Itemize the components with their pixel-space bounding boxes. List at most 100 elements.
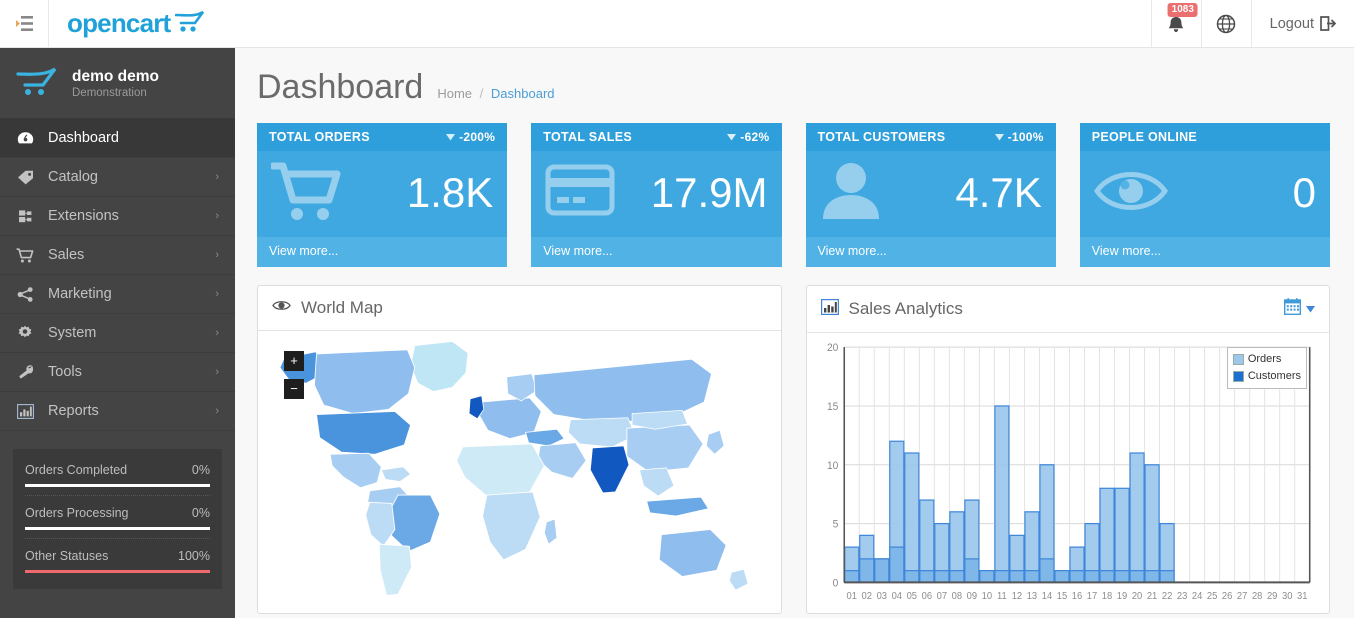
dashboard-icon: [16, 131, 34, 145]
map-region-indonesia[interactable]: [646, 496, 709, 517]
page-title: Dashboard: [257, 68, 424, 106]
chart-bar[interactable]: [1023, 570, 1040, 584]
chart-bar[interactable]: [1143, 464, 1160, 584]
chart-bar[interactable]: [888, 546, 904, 584]
chart-bar[interactable]: [918, 570, 934, 584]
sidebar-item-system[interactable]: System ›: [0, 314, 235, 353]
map-region-brazil[interactable]: [388, 494, 441, 552]
map-region-southeast-asia[interactable]: [638, 467, 675, 497]
chart-bar[interactable]: [948, 570, 964, 584]
stat-tile-total-customers: TOTAL CUSTOMERS -100% 4.7K View more...: [805, 123, 1056, 267]
tile-view-more-link[interactable]: View more...: [531, 237, 782, 267]
world-map-canvas[interactable]: + −: [258, 331, 781, 611]
sidebar: demo demo Demonstration Dashboard Catalog…: [0, 48, 235, 618]
world-map-svg[interactable]: [258, 331, 781, 611]
chart-y-tick-label: 20: [826, 342, 838, 354]
chart-x-tick-label: 10: [981, 591, 991, 602]
chart-y-tick-label: 0: [832, 577, 838, 589]
map-region-india[interactable]: [589, 445, 630, 494]
breadcrumb-dashboard[interactable]: Dashboard: [491, 86, 555, 101]
profile-block[interactable]: demo demo Demonstration: [0, 48, 235, 119]
sidebar-item-sales[interactable]: Sales ›: [0, 236, 235, 275]
chart-bar[interactable]: [873, 558, 889, 584]
chart-bar[interactable]: [963, 558, 979, 584]
breadcrumb-home[interactable]: Home: [437, 86, 472, 101]
chart-bar[interactable]: [1098, 487, 1115, 584]
map-zoom-in-button[interactable]: +: [284, 351, 304, 371]
sales-analytics-body: 0 5 10 15 20 01 02 03 04 05 06 07 08 09 10 11 12 13 14 15 16…: [807, 333, 1330, 613]
tile-value: 0: [1292, 169, 1316, 216]
tile-view-more-link[interactable]: View more...: [257, 237, 508, 267]
tile-body: 4.7K: [806, 151, 1056, 237]
chart-bar[interactable]: [1068, 570, 1085, 584]
chart-bar[interactable]: [1098, 570, 1115, 584]
sidebar-item-catalog[interactable]: Catalog ›: [0, 158, 235, 197]
stat-tile-total-sales: TOTAL SALES -62% 17.9M View more...: [531, 123, 782, 267]
sidebar-item-marketing[interactable]: Marketing ›: [0, 275, 235, 314]
map-region-canada[interactable]: [314, 349, 416, 414]
chart-x-tick-label: 09: [966, 591, 976, 602]
chart-bar[interactable]: [903, 452, 919, 584]
map-region-peru[interactable]: [365, 501, 396, 547]
map-region-china[interactable]: [626, 424, 704, 473]
map-zoom-out-button[interactable]: −: [284, 379, 304, 399]
sidebar-item-dashboard[interactable]: Dashboard: [0, 119, 235, 158]
map-region-greenland[interactable]: [410, 340, 469, 393]
chart-bar[interactable]: [1128, 452, 1145, 584]
tile-header: TOTAL ORDERS -200%: [257, 123, 508, 151]
chart-bar[interactable]: [993, 405, 1010, 584]
map-region-madagascar[interactable]: [543, 518, 558, 545]
map-region-argentina[interactable]: [378, 543, 413, 596]
chart-x-tick-label: 07: [936, 591, 946, 602]
map-region-russia[interactable]: [533, 358, 713, 424]
world-map-panel: World Map + −: [257, 285, 782, 614]
chart-bar[interactable]: [843, 570, 859, 584]
chart-bar[interactable]: [1008, 570, 1025, 584]
map-region-central-asia[interactable]: [567, 417, 636, 448]
sidebar-item-extensions[interactable]: Extensions ›: [0, 197, 235, 236]
map-region-scandinavia[interactable]: [506, 373, 538, 402]
map-region-middle-east[interactable]: [537, 442, 587, 479]
chart-bar[interactable]: [1113, 570, 1130, 584]
chart-bar[interactable]: [933, 570, 949, 584]
calendar-dropdown-button[interactable]: [1283, 298, 1315, 320]
chart-bar[interactable]: [858, 558, 874, 584]
map-region-australia[interactable]: [658, 529, 727, 577]
tile-value: 1.8K: [406, 169, 494, 216]
tile-body: 1.8K: [257, 151, 507, 237]
page-header: Dashboard Home / Dashboard: [235, 48, 1354, 107]
order-status-row: Other Statuses 100%: [25, 539, 210, 573]
map-region-usa[interactable]: [316, 411, 412, 455]
chart-bar[interactable]: [1158, 570, 1175, 584]
map-region-north-africa[interactable]: [456, 443, 545, 498]
chart-bar[interactable]: [993, 570, 1010, 584]
chart-bar[interactable]: [1053, 570, 1070, 584]
world-map-body: + −: [258, 331, 781, 611]
sales-chart[interactable]: 0 5 10 15 20 01 02 03 04 05 06 07 08 09 10 11 12 13 14 15 16…: [807, 333, 1330, 613]
chart-bar[interactable]: [1128, 570, 1145, 584]
sidebar-item-tools[interactable]: Tools ›: [0, 353, 235, 392]
sidebar-item-reports[interactable]: Reports ›: [0, 392, 235, 431]
map-region-caribbean[interactable]: [380, 466, 412, 482]
map-region-turkey[interactable]: [525, 428, 565, 447]
menu-collapse-button[interactable]: [0, 0, 49, 47]
user-icon: [820, 161, 882, 226]
brand-logo[interactable]: opencart: [49, 0, 223, 47]
chart-bar[interactable]: [1083, 570, 1100, 584]
tile-percent-value: -100%: [1007, 130, 1044, 144]
tile-body: 0: [1080, 151, 1330, 237]
chart-bar[interactable]: [1143, 570, 1160, 584]
map-region-new-zealand[interactable]: [728, 568, 749, 591]
notifications-button[interactable]: 1083: [1150, 0, 1201, 47]
language-button[interactable]: [1200, 0, 1251, 47]
map-region-mexico[interactable]: [329, 452, 382, 489]
chart-bar[interactable]: [1038, 558, 1055, 584]
map-region-africa[interactable]: [482, 491, 541, 561]
logout-button[interactable]: Logout: [1250, 0, 1354, 47]
map-region-japan[interactable]: [705, 429, 725, 455]
tile-view-more-link[interactable]: View more...: [1079, 237, 1330, 267]
chart-bar[interactable]: [903, 570, 919, 584]
chart-bar[interactable]: [978, 570, 994, 584]
tile-view-more-link[interactable]: View more...: [805, 237, 1056, 267]
chart-bar[interactable]: [1113, 487, 1130, 584]
